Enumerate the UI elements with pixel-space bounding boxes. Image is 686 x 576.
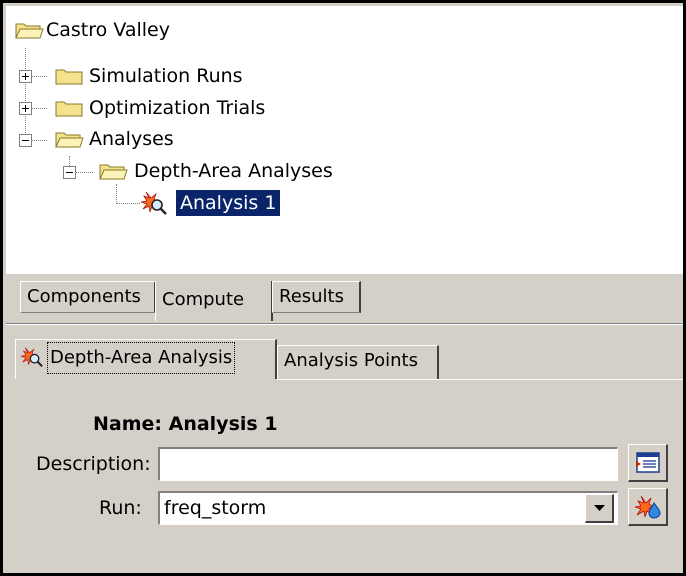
tree-connector (25, 48, 26, 143)
collapse-icon[interactable] (63, 166, 76, 179)
description-edit-button[interactable] (628, 444, 668, 482)
tree-connector (116, 184, 117, 204)
tab-label: Depth-Area Analysis (46, 342, 236, 374)
open-folder-icon (15, 23, 44, 39)
tab-components[interactable]: Components (20, 281, 156, 313)
chevron-down-icon (593, 504, 605, 511)
expand-icon[interactable] (19, 70, 32, 83)
tree-item-depth-area-analyses[interactable]: Depth-Area Analyses (134, 158, 333, 184)
depth-area-analysis-icon (140, 191, 167, 215)
open-folder-icon (55, 132, 84, 148)
description-label: Description: (36, 453, 151, 475)
application-window: Castro Valley Simulation Runs Optimizati… (0, 0, 686, 576)
collapse-icon[interactable] (19, 134, 32, 147)
tab-results[interactable]: Results (272, 281, 361, 313)
folder-icon (55, 101, 83, 117)
divider (6, 324, 683, 325)
tree-item-analyses[interactable]: Analyses (89, 126, 174, 152)
run-compute-button[interactable] (628, 488, 668, 526)
divider (277, 379, 683, 380)
tree-item-analysis-1[interactable]: Analysis 1 (174, 189, 282, 217)
tab-analysis-points[interactable]: Analysis Points (277, 345, 439, 379)
tree-connector (116, 203, 140, 204)
tree-item-optimization-trials[interactable]: Optimization Trials (89, 95, 265, 121)
folder-icon (55, 69, 83, 85)
edit-description-icon (635, 451, 660, 473)
tree-item-simulation-runs[interactable]: Simulation Runs (89, 63, 243, 89)
watershed-explorer-tree: Castro Valley Simulation Runs Optimizati… (6, 6, 683, 274)
run-label: Run: (99, 497, 142, 519)
run-select-value: freq_storm (164, 497, 267, 519)
tree-label: Castro Valley (46, 19, 170, 41)
tab-compute[interactable]: Compute (155, 281, 273, 321)
analysis-name: Name: Analysis 1 (93, 413, 278, 435)
depth-area-analysis-icon (20, 347, 43, 368)
run-compute-icon (634, 495, 661, 519)
expand-icon[interactable] (19, 102, 32, 115)
description-field[interactable] (158, 447, 618, 481)
run-select[interactable]: freq_storm (158, 491, 618, 525)
tab-depth-area-analysis[interactable]: Depth-Area Analysis (15, 339, 277, 379)
dropdown-button[interactable] (585, 494, 614, 523)
open-folder-icon (99, 164, 128, 180)
